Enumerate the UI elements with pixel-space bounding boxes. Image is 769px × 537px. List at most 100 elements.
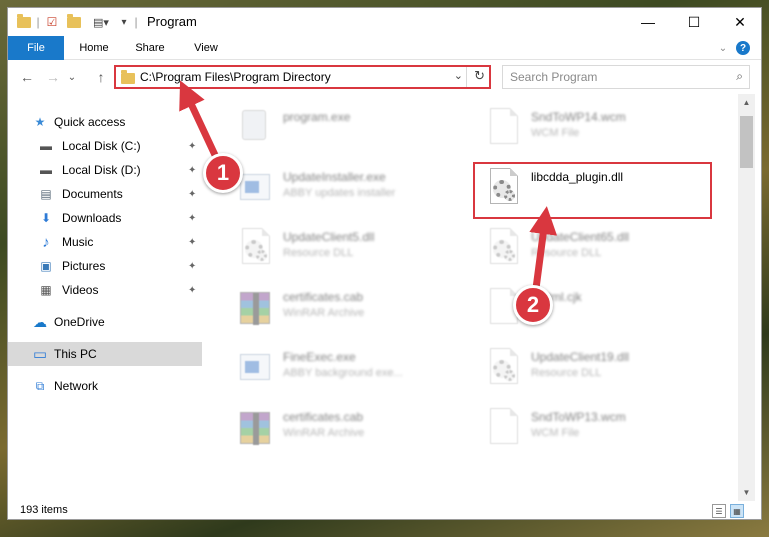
file-item[interactable]: FineExec.exe ABBY background exe...: [226, 342, 466, 398]
sidebar-item-this-pc[interactable]: ▭ This PC: [8, 342, 202, 366]
sidebar-item-local-disk-c[interactable]: ▬ Local Disk (C:) ✦: [8, 134, 202, 158]
file-name: certificates.cab: [283, 290, 364, 304]
sidebar-item-videos[interactable]: ▦ Videos ✦: [8, 278, 202, 302]
search-box[interactable]: Search Program ⌕: [502, 65, 750, 89]
pin-icon[interactable]: ✦: [188, 141, 196, 152]
sidebar-item-label: Local Disk (C:): [62, 139, 141, 153]
help-icon[interactable]: ?: [736, 41, 750, 55]
application-icon: [236, 348, 270, 386]
downloads-icon: ⬇: [40, 211, 52, 225]
target-file-highlight: [473, 162, 712, 219]
sidebar-item-label: OneDrive: [54, 315, 105, 329]
pin-icon[interactable]: ✦: [188, 165, 196, 176]
file-name: UpdateClient19.dll: [531, 350, 630, 364]
sidebar-item-label: Quick access: [54, 115, 126, 129]
up-button[interactable]: ↑: [92, 68, 110, 86]
close-button[interactable]: ✕: [717, 8, 761, 36]
search-input[interactable]: Search Program: [510, 70, 597, 84]
forward-button[interactable]: →: [44, 68, 62, 86]
pin-icon[interactable]: ✦: [188, 189, 196, 200]
file-type: ABBY updates installer: [283, 187, 396, 199]
file-type: WCM File: [531, 427, 580, 439]
file-item[interactable]: UpdateInstaller.exe ABBY updates install…: [226, 162, 466, 218]
drive-icon: ▬: [40, 139, 52, 153]
address-dropdown-icon[interactable]: ⌄: [454, 69, 463, 82]
address-bar[interactable]: C:\Program Files\Program Directory ⌄ ↻: [114, 65, 491, 89]
address-folder-icon: [121, 70, 135, 84]
computer-icon: ▭: [32, 346, 48, 363]
tab-view[interactable]: View: [180, 36, 232, 60]
sidebar-item-documents[interactable]: ▤ Documents ✦: [8, 182, 202, 206]
properties-icon[interactable]: ☑: [44, 14, 60, 30]
sidebar-item-label: Local Disk (D:): [62, 163, 141, 177]
window-title: Program: [147, 14, 197, 29]
scroll-up-icon[interactable]: ▲: [738, 94, 755, 111]
file-item[interactable]: ...html.cjk ...e: [474, 282, 714, 338]
file-item[interactable]: UpdateClient65.dll Resource DLL: [474, 222, 714, 278]
pin-icon[interactable]: ✦: [188, 261, 196, 272]
file-type: Resource DLL: [531, 367, 602, 379]
file-name: SndToWP13.wcm: [531, 410, 626, 424]
file-item[interactable]: certificates.cab WinRAR Archive: [226, 402, 466, 458]
file-name: certificates.cab: [283, 410, 364, 424]
file-item[interactable]: SndToWP14.wcm WCM File: [474, 102, 714, 158]
pin-icon[interactable]: ✦: [188, 237, 196, 248]
sidebar-item-label: Documents: [62, 187, 123, 201]
pin-icon[interactable]: ✦: [188, 285, 196, 296]
tab-file[interactable]: File: [8, 36, 64, 60]
sidebar-item-music[interactable]: ♪ Music ✦: [8, 230, 202, 254]
explorer-window: | ☑ ▤▾ ▾ | Program — ☐ ✕ File Home Share…: [7, 7, 762, 520]
large-icons-view-icon[interactable]: ▦: [730, 504, 744, 518]
pin-icon[interactable]: ✦: [188, 213, 196, 224]
dll-file-icon: [484, 348, 518, 386]
sidebar-item-label: Music: [62, 235, 94, 249]
sidebar-item-quick-access[interactable]: ★ Quick access: [8, 110, 202, 134]
pictures-icon: ▣: [40, 259, 52, 273]
sidebar-item-local-disk-d[interactable]: ▬ Local Disk (D:) ✦: [8, 158, 202, 182]
refresh-button[interactable]: ↻: [474, 68, 485, 84]
sidebar-item-onedrive[interactable]: ☁ OneDrive: [8, 310, 202, 334]
annotation-badge-1: 1: [203, 153, 243, 193]
file-item[interactable]: SndToWP13.wcm WCM File: [474, 402, 714, 458]
address-path[interactable]: C:\Program Files\Program Directory: [140, 70, 331, 84]
sidebar-item-label: Pictures: [62, 259, 106, 273]
maximize-button[interactable]: ☐: [671, 8, 717, 36]
new-folder-icon[interactable]: [66, 13, 82, 30]
sidebar-item-downloads[interactable]: ⬇ Downloads ✦: [8, 206, 202, 230]
address-separator: [466, 67, 467, 87]
back-button[interactable]: ←: [18, 68, 36, 86]
minimize-button[interactable]: —: [625, 8, 671, 36]
navigation-pane: ★ Quick access ▬ Local Disk (C:) ✦ ▬ Loc…: [8, 94, 202, 501]
file-item[interactable]: UpdateClient19.dll Resource DLL: [474, 342, 714, 398]
search-icon[interactable]: ⌕: [736, 69, 743, 84]
videos-icon: ▦: [40, 283, 52, 297]
file-type: Resource DLL: [531, 247, 602, 259]
tab-home[interactable]: Home: [68, 36, 120, 60]
tab-share[interactable]: Share: [124, 36, 176, 60]
file-item[interactable]: certificates.cab WinRAR Archive: [226, 282, 466, 338]
sidebar-item-network[interactable]: ⧉ Network: [8, 374, 202, 398]
item-count: 193 items: [20, 504, 68, 516]
cloud-icon: ☁: [33, 313, 47, 330]
folder-icon[interactable]: [16, 13, 32, 30]
file-item[interactable]: program.exe: [226, 102, 466, 158]
title-separator: |: [134, 15, 138, 29]
vertical-scrollbar[interactable]: ▲ ▼: [738, 94, 755, 501]
sidebar-item-label: Downloads: [62, 211, 122, 225]
chevron-down-icon[interactable]: ⌄: [716, 41, 730, 55]
annotation-badge-2: 2: [513, 285, 553, 325]
scroll-thumb[interactable]: [740, 116, 753, 168]
drive-icon: ▬: [40, 163, 52, 177]
customize-toolbar-icon[interactable]: ▤▾: [90, 14, 112, 30]
recent-locations-button[interactable]: ⌄: [66, 68, 78, 86]
sidebar-item-label: This PC: [54, 347, 97, 361]
sidebar-item-pictures[interactable]: ▣ Pictures ✦: [8, 254, 202, 278]
file-item[interactable]: UpdateClient5.dll Resource DLL: [226, 222, 466, 278]
file-type: WCM File: [531, 127, 580, 139]
archive-icon: [236, 288, 270, 326]
scroll-down-icon[interactable]: ▼: [738, 484, 755, 501]
quick-access-dropdown-icon[interactable]: ▾: [118, 14, 130, 30]
file-type: WinRAR Archive: [283, 307, 365, 319]
details-view-icon[interactable]: ☰: [712, 504, 726, 518]
exe-file-icon: [236, 108, 270, 146]
